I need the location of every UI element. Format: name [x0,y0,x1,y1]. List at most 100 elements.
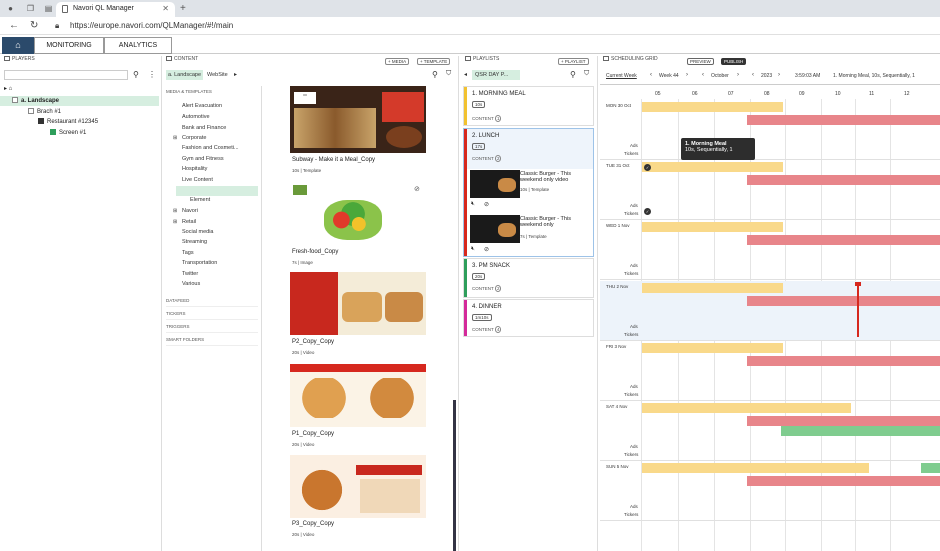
home-button[interactable]: ⌂ [2,37,34,54]
category-item[interactable]: Automotive [182,114,210,120]
collections-icon[interactable]: ❐ [26,4,35,13]
thumb-p2[interactable] [290,272,426,335]
chevron-left-icon[interactable]: ◂ [464,71,467,78]
chevron-right-icon[interactable]: › [778,72,780,78]
category-item[interactable]: Streaming [182,239,207,245]
chevron-right-icon[interactable]: › [686,72,688,78]
search-icon[interactable]: ⚲ [133,70,139,79]
thumb-subway[interactable]: ▭ [290,86,426,153]
chevron-left-icon[interactable]: ‹ [752,72,754,78]
schedule-block[interactable] [642,403,851,413]
playlist-dinner[interactable]: 4. DINNER 1m10s CONTENT 4 [463,299,594,337]
root-home-icon[interactable]: ▸ ⌂ [4,85,12,92]
schedule-block[interactable] [642,343,783,353]
playlist-lunch[interactable]: 2. LUNCH 17s CONTENT 2 Classic Burger - … [463,128,594,257]
browser-tab[interactable]: Navori QL Manager ✕ [56,2,175,17]
schedule-block[interactable] [747,175,940,185]
expand-icon[interactable]: ⊞ [173,208,177,214]
current-week-link[interactable]: Current Week [606,73,637,79]
category-item[interactable]: Tags [182,250,194,256]
schedule-block[interactable] [642,222,783,232]
section-item[interactable]: TICKERS [166,311,258,320]
category-item[interactable]: Transportation [182,260,217,266]
schedule-block[interactable] [642,102,783,112]
schedule-block[interactable] [747,416,940,426]
no-schedule-icon[interactable]: ⊘ [414,185,420,193]
checkbox[interactable] [38,118,44,124]
checkbox[interactable] [28,108,34,114]
schedule-block[interactable] [747,235,940,245]
tree-item-landscape[interactable]: a. Landscape [12,97,59,104]
preview-button[interactable]: PREVIEW [687,58,714,65]
thumb-p3[interactable] [290,455,426,518]
category-item[interactable]: Gym and Fitness [182,156,224,162]
tree-item-screen[interactable]: Screen #1 [50,129,86,136]
no-schedule-icon[interactable]: ⊘ [484,246,489,253]
section-item[interactable]: SMART FOLDERS [166,337,258,346]
schedule-block[interactable] [747,476,940,486]
schedule-block[interactable] [642,162,783,172]
back-icon[interactable]: ← [9,20,19,31]
publish-button[interactable]: PUBLISH [721,58,747,65]
analytics-tab[interactable]: ANALYTICS [104,37,172,54]
playlist-morning-meal[interactable]: 1. MORNING MEAL 10s CONTENT 1 [463,86,594,126]
schedule-block[interactable] [781,426,940,436]
chevron-right-icon[interactable]: ▸ [234,71,237,78]
playlist-filter[interactable]: QSR DAY P... [472,70,520,80]
expand-icon[interactable]: ⊞ [173,219,177,225]
category-item[interactable]: Element [190,197,210,203]
chevron-left-icon[interactable]: ‹ [650,72,652,78]
schedule-block[interactable] [642,283,783,293]
category-item[interactable]: Fashion and Cosmeti... [182,145,239,151]
add-playlist-button[interactable]: + PLAYLIST [558,58,589,65]
tab-actions-icon[interactable]: ▤ [44,4,53,13]
category-item[interactable]: Twitter [182,271,198,277]
close-icon[interactable]: ✕ [162,4,169,13]
filter-icon[interactable]: ⛉ [584,70,589,78]
category-item[interactable]: Live Content [182,177,213,183]
checkbox[interactable] [12,97,18,103]
checkbox[interactable] [50,129,56,135]
profile-icon[interactable]: ● [6,4,15,13]
add-media-button[interactable]: + MEDIA [385,58,410,65]
section-item[interactable]: TRIGGERS [166,324,258,333]
category-item[interactable]: Alert Evacuation [182,103,222,109]
players-search-input[interactable] [4,70,128,80]
filter-icon[interactable]: ⛉ [446,70,451,78]
url-field[interactable]: https://europe.navori.com/QLManager/#!/m… [70,21,233,30]
scrollbar[interactable] [453,400,456,551]
section-item[interactable]: DATAFEED [166,298,258,307]
no-schedule-icon[interactable]: ⊘ [484,201,489,208]
expand-icon[interactable]: ⊞ [173,135,177,141]
category-item[interactable]: Corporate [182,135,206,141]
new-tab-button[interactable]: + [180,3,186,14]
mute-icon[interactable]: 🔇︎ [471,246,475,253]
thumb-fresh-food[interactable]: ⊘ [290,182,426,245]
schedule-block[interactable] [921,463,940,473]
schedule-block[interactable] [642,463,869,473]
tree-item-restaurant[interactable]: Restaurant #12345 [38,118,98,125]
category-item[interactable]: Retail [182,219,196,225]
burger-thumb[interactable] [470,170,520,198]
search-icon[interactable]: ⚲ [570,70,576,79]
tree-item-branch[interactable]: Brach #1 [28,108,61,115]
schedule-block[interactable] [747,115,940,125]
more-icon[interactable]: ⋮ [148,70,156,79]
category-item[interactable]: Hospitality [182,166,207,172]
burger-thumb[interactable] [470,215,520,243]
category-item[interactable]: Bank and Finance [182,125,226,131]
category-item[interactable]: Various [182,281,200,287]
mute-icon[interactable]: 🔇︎ [471,201,475,208]
refresh-icon[interactable]: ↻ [30,20,38,31]
add-template-button[interactable]: + TEMPLATE [417,58,451,65]
search-icon[interactable]: ⚲ [432,70,438,79]
filter-site[interactable]: WebSite [207,72,228,78]
thumb-p1[interactable] [290,364,426,427]
schedule-block[interactable] [747,296,940,306]
filter-tag[interactable]: a. Landscape [166,70,203,80]
chevron-left-icon[interactable]: ‹ [702,72,704,78]
schedule-block[interactable] [747,356,940,366]
category-item[interactable]: Social media [182,229,214,235]
monitoring-tab[interactable]: MONITORING [34,37,104,54]
category-item[interactable]: Navori [182,208,198,214]
